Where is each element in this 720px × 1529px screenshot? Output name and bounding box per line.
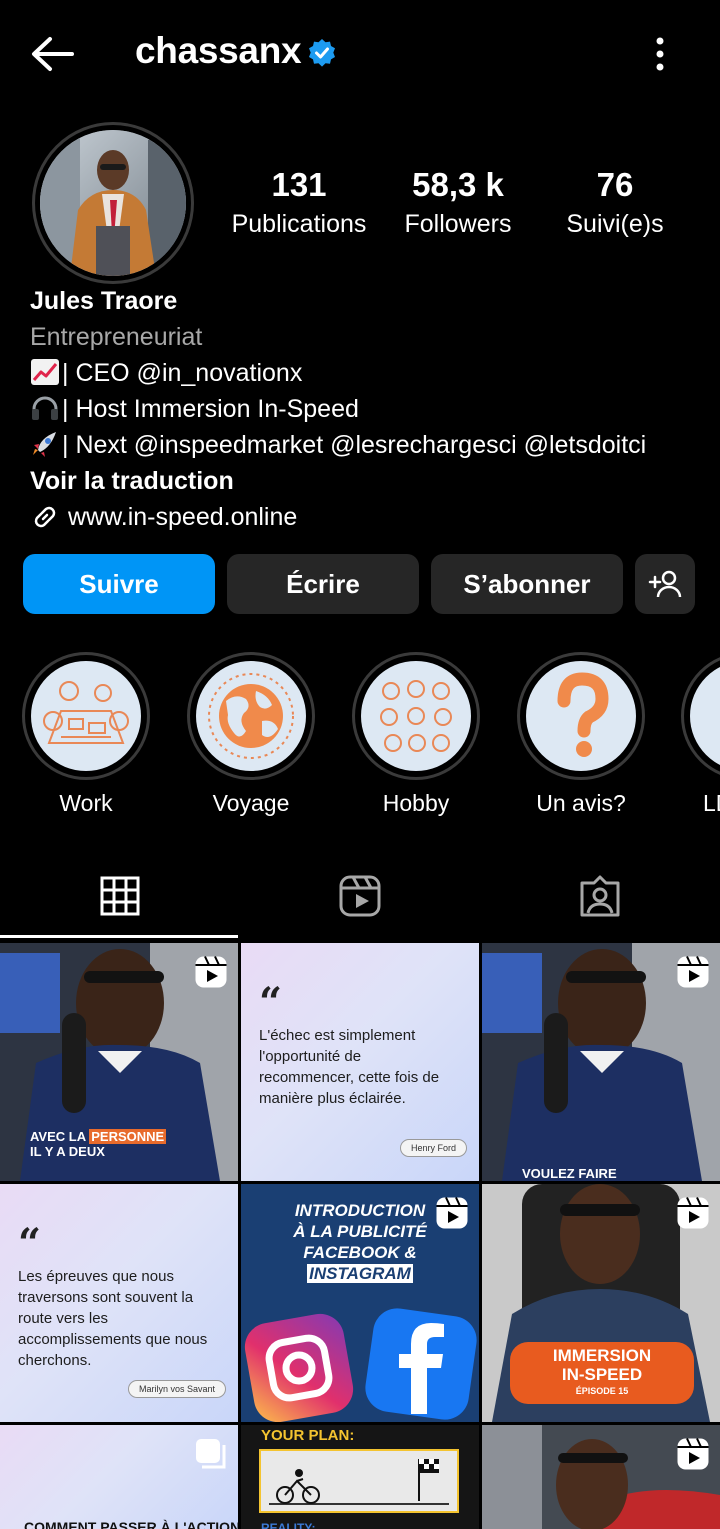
highlight-label: Work (59, 790, 113, 816)
website-link[interactable]: www.in-speed.online (30, 499, 710, 535)
tab-posts-grid[interactable] (0, 852, 240, 940)
post-thumbnail[interactable]: “ Les épreuves que nous traversons sont … (0, 1184, 238, 1422)
post-subtitle: REALITY: (261, 1521, 316, 1529)
publications-count: 131 (271, 166, 327, 203)
highlight-label: Voyage (212, 790, 290, 816)
stat-following[interactable]: 76 Suivi(e)s (548, 164, 682, 242)
highlight-work[interactable]: Work (21, 652, 151, 818)
post-title: YOUR PLAN: (261, 1427, 355, 1444)
profile-category: Entrepreneuriat (30, 323, 203, 351)
stat-followers[interactable]: 58,3 k Followers (388, 164, 528, 242)
post-caption: AVEC LA PERSONNE IL Y A DEUX (30, 1129, 167, 1159)
followers-count: 58,3 k (412, 166, 504, 203)
kebab-menu-icon[interactable] (644, 34, 676, 74)
post-thumbnail[interactable]: VOULEZ FAIRE (482, 943, 720, 1181)
reel-indicator-icon (677, 956, 709, 988)
post-thumbnail[interactable] (482, 1425, 720, 1529)
profile-display-name: Jules Traore (30, 287, 178, 315)
post-thumbnail[interactable]: IMMERSION IN-SPEED ÉPISODE 15 (482, 1184, 720, 1422)
post-thumbnail[interactable]: “ L'échec est simplement l'opportunité d… (241, 943, 479, 1181)
following-count: 76 (596, 166, 634, 203)
globe-icon (196, 661, 306, 771)
highlight-ring (352, 652, 480, 780)
follow-button[interactable]: Suivre (23, 554, 215, 614)
add-person-icon (648, 570, 682, 598)
post-caption: COMMENT PASSER À L'ACTION ? (24, 1519, 238, 1529)
work-icon (31, 661, 141, 771)
avatar[interactable] (40, 130, 186, 276)
quote-mark-icon: “ (259, 979, 283, 1026)
carousel-indicator-icon (196, 1439, 226, 1469)
bio-line-next-text: | Next @inspeedmarket @lesrechargesci @l… (62, 431, 647, 459)
highlight-hobby[interactable]: Hobby (351, 652, 481, 818)
tagged-icon (580, 875, 620, 917)
highlight-ld[interactable]: LD (681, 652, 720, 818)
quote-mark-icon: “ (18, 1220, 42, 1267)
website-url: www.in-speed.online (68, 503, 298, 531)
headphones-emoji-icon (32, 396, 58, 420)
profile-username: chassanx (135, 30, 302, 71)
bio-line-host-text: | Host Immersion In-Speed (62, 395, 359, 423)
highlight-ring (22, 652, 150, 780)
plan-illustration (259, 1449, 459, 1513)
stat-publications[interactable]: 131 Publications (220, 164, 378, 242)
bio-line-ceo-text: | CEO @in_novationx (62, 359, 303, 387)
bio-line-host: | Host Immersion In-Speed (30, 391, 710, 427)
highlight-ring (681, 652, 720, 780)
grid-icon (100, 876, 140, 916)
verified-badge-icon (309, 39, 335, 67)
chart-increasing-emoji-icon (31, 359, 59, 385)
post-thumbnail[interactable]: YOUR PLAN: REALITY: (241, 1425, 479, 1529)
post-banner: IMMERSION IN-SPEED ÉPISODE 15 (510, 1342, 694, 1404)
post-quote-text: L'échec est simplement l'opportunité de … (259, 1027, 440, 1107)
reel-indicator-icon (677, 1438, 709, 1470)
post-thumbnail[interactable]: COMMENT PASSER À L'ACTION ? (0, 1425, 238, 1529)
hobby-icon (361, 661, 471, 771)
subscribe-button[interactable]: S’abonner (431, 554, 623, 614)
post-quote-author: Henry Ford (399, 1139, 467, 1157)
question-mark-icon (526, 661, 636, 771)
post-quote-text: Les épreuves que nous traversons sont so… (18, 1268, 208, 1369)
profile-tabs (0, 852, 720, 940)
reel-indicator-icon (436, 1197, 468, 1229)
suggest-users-button[interactable] (635, 554, 695, 614)
highlight-ring (517, 652, 645, 780)
highlight-ring (187, 652, 315, 780)
tab-tagged[interactable] (480, 852, 720, 940)
message-button[interactable]: Écrire (227, 554, 419, 614)
arrow-left-icon[interactable] (28, 32, 76, 76)
translate-link[interactable]: Voir la traduction (30, 463, 710, 499)
post-caption: VOULEZ FAIRE (522, 1166, 617, 1181)
post-thumbnail[interactable]: AVEC LA PERSONNE IL Y A DEUX (0, 943, 238, 1181)
following-label: Suivi(e)s (566, 210, 664, 238)
highlight-label: Hobby (382, 790, 450, 816)
post-quote-author: Marilyn vos Savant (127, 1380, 226, 1398)
bio-line-ceo: | CEO @in_novationx (30, 355, 710, 391)
highlight-voyage[interactable]: Voyage (186, 652, 316, 818)
post-thumbnail[interactable]: INTRODUCTION À LA PUBLICITÉ FACEBOOK & I… (241, 1184, 479, 1422)
posts-grid: AVEC LA PERSONNE IL Y A DEUX “ L'échec es… (0, 943, 720, 1529)
instagram-facebook-logos (244, 1308, 477, 1422)
link-icon (34, 506, 56, 528)
reel-indicator-icon (677, 1197, 709, 1229)
tab-reels[interactable] (240, 852, 480, 940)
rocket-emoji-icon (33, 432, 56, 457)
highlight-label: Un avis? (536, 790, 626, 816)
reel-indicator-icon (195, 956, 227, 988)
active-tab-indicator (0, 935, 238, 938)
ld-icon (690, 661, 720, 771)
publications-label: Publications (231, 210, 367, 238)
highlight-un-avis[interactable]: Un avis? (516, 652, 646, 818)
profile-bio: Jules Traore Entrepreneuriat | CEO @in_n… (30, 283, 710, 535)
highlight-label: LD (703, 790, 720, 816)
reels-icon (339, 875, 381, 917)
bio-line-next: | Next @inspeedmarket @lesrechargesci @l… (30, 427, 710, 463)
followers-label: Followers (404, 210, 512, 238)
top-bar: chassanx (0, 0, 720, 104)
